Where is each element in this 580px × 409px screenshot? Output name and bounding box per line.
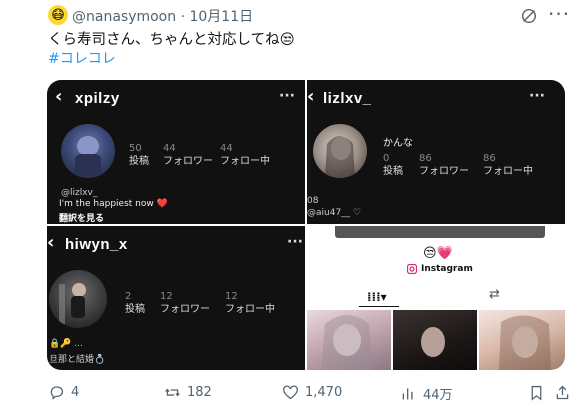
thumb-1 (307, 310, 391, 370)
more-icon: ··· (529, 88, 545, 104)
media-image-4[interactable]: 😒💗 Instagram ⁞⁞⁞▾ ⇄ (307, 226, 565, 370)
profile-username: lizlxv_ (323, 90, 372, 107)
stat-posts: 2 投稿 (125, 291, 145, 315)
author-handle[interactable]: @nanasymoon (72, 9, 176, 25)
instagram-label: Instagram (407, 264, 473, 274)
more-icon: ··· (279, 88, 295, 104)
instagram-icon (407, 264, 417, 274)
grok-icon[interactable] (520, 7, 538, 25)
stat-followers: 44 フォロワー (163, 143, 213, 167)
stat-following: 86 フォロー中 (483, 153, 533, 177)
avatar-emoji: 😷 (51, 7, 65, 23)
translate-link: 翻訳を見る (59, 214, 105, 224)
share-icon (556, 385, 569, 400)
more-options-icon[interactable]: ··· (548, 2, 570, 26)
grid-tab-icon: ⁞⁞⁞▾ (367, 290, 387, 304)
profile-username: xpilzy (75, 90, 120, 107)
retweet-count: 182 (187, 385, 212, 400)
action-bar: 4 182 1,470 44万 (48, 384, 571, 404)
reply-icon (50, 386, 64, 400)
thumb-2 (393, 310, 477, 370)
heart-icon (283, 385, 298, 400)
author-avatar[interactable]: 😷 (48, 5, 68, 25)
media-image-1[interactable]: ‹ xpilzy ··· 50 投稿 44 フォロワー 44 フォロー中 @lizlx… (47, 80, 305, 224)
back-arrow-icon: ‹ (307, 86, 315, 107)
stat-following: 12 フォロー中 (225, 291, 275, 315)
views-icon (402, 388, 413, 400)
author-line: @nanasymoon · 10月11日 (72, 6, 253, 26)
media-grid[interactable]: ‹ xpilzy ··· 50 投稿 44 フォロワー 44 フォロー中 @lizlx… (47, 80, 565, 370)
stat-posts: 0 投稿 (383, 153, 403, 177)
profile-name: かんな (383, 138, 413, 149)
tab-underline (359, 306, 399, 307)
post-date[interactable]: 10月11日 (189, 9, 253, 25)
separator: · (180, 9, 186, 25)
profile-bio-1: 🔒🔑 ... (49, 339, 83, 349)
emoji-row: 😒💗 (423, 246, 453, 261)
profile-avatar (49, 270, 107, 328)
profile-avatar (61, 124, 115, 178)
profile-mention: @lizlxv_ (61, 188, 98, 198)
post-text: くら寿司さん、ちゃんと対応してね😒 (48, 32, 295, 48)
header-bar (335, 226, 545, 238)
more-icon: ··· (287, 234, 303, 250)
reply-button[interactable]: 4 (48, 384, 79, 401)
bookmark-icon (531, 385, 542, 401)
profile-bio-2: @aiu47__ ♡ (307, 208, 362, 218)
views-count: 44万 (423, 388, 453, 403)
reply-count: 4 (71, 385, 80, 400)
stat-following: 44 フォロー中 (220, 143, 270, 167)
media-image-2[interactable]: ‹ lizlxv_ ··· かんな 0 投稿 86 フォロワー 86 フォロー中 08… (307, 80, 565, 224)
thumb-3 (479, 310, 565, 370)
retweet-button[interactable]: 182 (164, 384, 212, 401)
back-arrow-icon: ‹ (55, 86, 63, 107)
profile-avatar (313, 124, 367, 178)
stat-followers: 12 フォロワー (160, 291, 210, 315)
profile-username: hiwyn_x (65, 236, 128, 253)
views-button[interactable]: 44万 (400, 384, 453, 403)
bookmark-button[interactable] (528, 384, 545, 401)
retweet-icon (165, 388, 180, 397)
like-button[interactable]: 1,470 (282, 384, 342, 401)
hashtag-link[interactable]: #コレコレ (48, 48, 116, 68)
stat-followers: 86 フォロワー (419, 153, 469, 177)
profile-bio: I'm the happiest now ❤️ (59, 199, 168, 209)
like-count: 1,470 (305, 385, 343, 400)
stat-posts: 50 投稿 (129, 143, 149, 167)
profile-bio-2: 旦那と結婚💍 (49, 355, 106, 365)
repost-tab-icon: ⇄ (489, 287, 500, 302)
media-image-3[interactable]: ‹ hiwyn_x ··· 2 投稿 12 フォロワー 12 フォロー中 🔒🔑 ...… (47, 226, 305, 370)
back-arrow-icon: ‹ (47, 232, 55, 253)
share-button[interactable] (554, 384, 571, 401)
profile-bio-1: 08 (307, 196, 319, 206)
